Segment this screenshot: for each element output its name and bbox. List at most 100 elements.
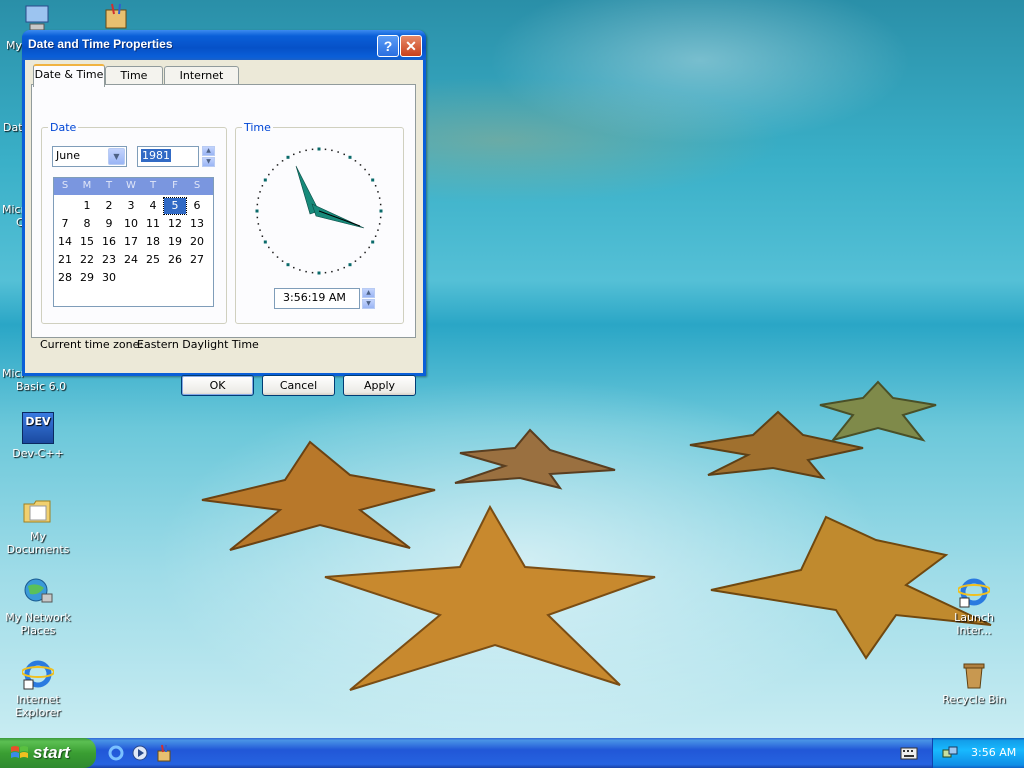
clock-hour-tick xyxy=(348,155,352,159)
start-button[interactable]: start xyxy=(0,738,96,768)
dev-cpp-icon: DEV xyxy=(22,412,54,444)
clock-minute-tick xyxy=(359,164,362,166)
apply-button[interactable]: Apply xyxy=(343,375,416,396)
calendar-day[interactable]: 10 xyxy=(120,216,142,232)
time-field[interactable]: 3:56:19 AM xyxy=(274,288,360,309)
clock-minute-tick xyxy=(276,256,279,258)
clock-hour-tick xyxy=(263,178,267,182)
clock-minute-tick xyxy=(293,266,295,269)
calendar-day[interactable]: 6 xyxy=(186,198,208,214)
clock-minute-tick xyxy=(364,251,366,254)
clock-minute-tick xyxy=(257,197,260,199)
clock-hour-tick xyxy=(371,240,375,244)
clock-minute-tick xyxy=(337,151,339,153)
month-calendar[interactable]: S M T W T F S 1 2 3 4 5 6 7 8 9 10 11 12 13 14 15 16 17 1… xyxy=(53,177,214,307)
calendar-day[interactable]: 2 xyxy=(98,198,120,214)
spin-down-icon[interactable]: ▼ xyxy=(202,157,215,167)
calendar-day[interactable]: 3 xyxy=(120,198,142,214)
calendar-day[interactable]: 17 xyxy=(120,234,142,250)
calendar-day[interactable]: 29 xyxy=(76,270,98,286)
calendar-day[interactable]: 20 xyxy=(186,234,208,250)
quicklaunch-media-player-icon[interactable] xyxy=(132,745,148,761)
calendar-day[interactable]: 13 xyxy=(186,216,208,232)
close-button[interactable]: ✕ xyxy=(400,35,422,57)
year-spinner[interactable]: ▲ ▼ xyxy=(202,146,215,167)
my-documents-shortcut[interactable]: My Documents xyxy=(2,495,74,556)
clock-minute-tick xyxy=(337,269,339,271)
date-group-label: Date xyxy=(48,121,79,134)
month-dropdown[interactable]: June ▼ xyxy=(52,146,127,167)
starfish-middle xyxy=(454,428,616,490)
calendar-day[interactable]: 23 xyxy=(98,252,120,268)
calendar-day[interactable]: 14 xyxy=(54,234,76,250)
clock-minute-tick xyxy=(305,149,307,152)
tab-date-time[interactable]: Date & Time xyxy=(33,64,105,87)
clock-minute-tick xyxy=(331,149,333,152)
year-field[interactable]: 1981 xyxy=(137,146,199,167)
desktop-icon-label: Basic 6.0 xyxy=(16,380,67,393)
calendar-day[interactable]: 25 xyxy=(142,252,164,268)
launch-internet-explorer-shortcut[interactable]: Launch Inter... xyxy=(938,576,1010,637)
calendar-day[interactable]: 9 xyxy=(98,216,120,232)
clock-minute-tick xyxy=(343,153,345,156)
calendar-day[interactable]: 28 xyxy=(54,270,76,286)
recycle-bin-shortcut[interactable]: Recycle Bin xyxy=(938,658,1010,706)
paint-icon[interactable] xyxy=(102,2,132,30)
calendar-day[interactable]: 19 xyxy=(164,234,186,250)
tab-internet-time[interactable]: Internet Time xyxy=(164,66,239,100)
calendar-day[interactable]: 4 xyxy=(142,198,164,214)
help-button[interactable]: ? xyxy=(377,35,399,57)
spin-up-icon[interactable]: ▲ xyxy=(362,288,375,298)
clock-minute-tick xyxy=(305,270,307,273)
time-group-label: Time xyxy=(242,121,273,134)
spin-up-icon[interactable]: ▲ xyxy=(202,146,215,156)
tab-time-zone[interactable]: Time Zone xyxy=(105,66,163,100)
clock-minute-tick xyxy=(377,191,379,193)
my-network-places-shortcut[interactable]: My Network Places xyxy=(2,576,74,637)
keyboard-icon[interactable] xyxy=(900,747,918,760)
clock-hour-tick xyxy=(348,263,352,267)
clock-minute-tick xyxy=(324,148,327,151)
chevron-down-icon[interactable]: ▼ xyxy=(108,148,125,165)
month-value: June xyxy=(56,149,80,162)
dev-cpp-shortcut[interactable]: DEV Dev-C++ xyxy=(2,412,74,460)
cancel-button[interactable]: Cancel xyxy=(262,375,335,396)
title-bar[interactable]: Date and Time Properties ? ✕ xyxy=(22,30,426,60)
clock-minute-tick xyxy=(256,203,259,206)
windows-logo-icon xyxy=(11,746,28,758)
day-name: W xyxy=(126,180,136,191)
clock-minute-tick xyxy=(324,271,327,274)
network-tray-icon[interactable] xyxy=(942,745,958,761)
calendar-day[interactable]: 27 xyxy=(186,252,208,268)
system-tray: 3:56 AM xyxy=(932,738,1024,768)
calendar-day[interactable]: 16 xyxy=(98,234,120,250)
clock-minute-tick xyxy=(281,260,284,262)
quicklaunch-ie-icon[interactable] xyxy=(108,745,124,761)
spin-down-icon[interactable]: ▼ xyxy=(362,299,375,309)
calendar-day[interactable]: 18 xyxy=(142,234,164,250)
taskbar: start 3:56 AM xyxy=(0,738,1024,768)
taskbar-clock[interactable]: 3:56 AM xyxy=(971,746,1016,759)
calendar-day[interactable]: 12 xyxy=(164,216,186,232)
calendar-day[interactable]: 22 xyxy=(76,252,98,268)
calendar-day[interactable]: 24 xyxy=(120,252,142,268)
calendar-day[interactable]: 8 xyxy=(76,216,98,232)
clock-minute-tick xyxy=(281,160,284,162)
calendar-day[interactable]: 30 xyxy=(98,270,120,286)
calendar-day[interactable]: 11 xyxy=(142,216,164,232)
calendar-day[interactable]: 21 xyxy=(54,252,76,268)
time-spinner[interactable]: ▲ ▼ xyxy=(362,288,375,309)
quicklaunch-paint-icon[interactable] xyxy=(156,744,172,762)
calendar-day[interactable]: 15 xyxy=(76,234,98,250)
ok-button[interactable]: OK xyxy=(181,375,254,396)
window-client-area: Date & Time Time Zone Internet Time Date… xyxy=(25,60,423,396)
clock-hour-tick xyxy=(286,263,290,267)
clock-hour-tick xyxy=(371,178,375,182)
clock-minute-tick xyxy=(299,269,301,271)
internet-explorer-shortcut[interactable]: Internet Explorer xyxy=(2,658,74,719)
calendar-day[interactable]: 1 xyxy=(76,198,98,214)
recycle-bin-label: Recycle Bin xyxy=(942,693,1006,706)
calendar-day-selected[interactable]: 5 xyxy=(163,197,187,215)
calendar-day[interactable]: 26 xyxy=(164,252,186,268)
calendar-day[interactable]: 7 xyxy=(54,216,76,232)
